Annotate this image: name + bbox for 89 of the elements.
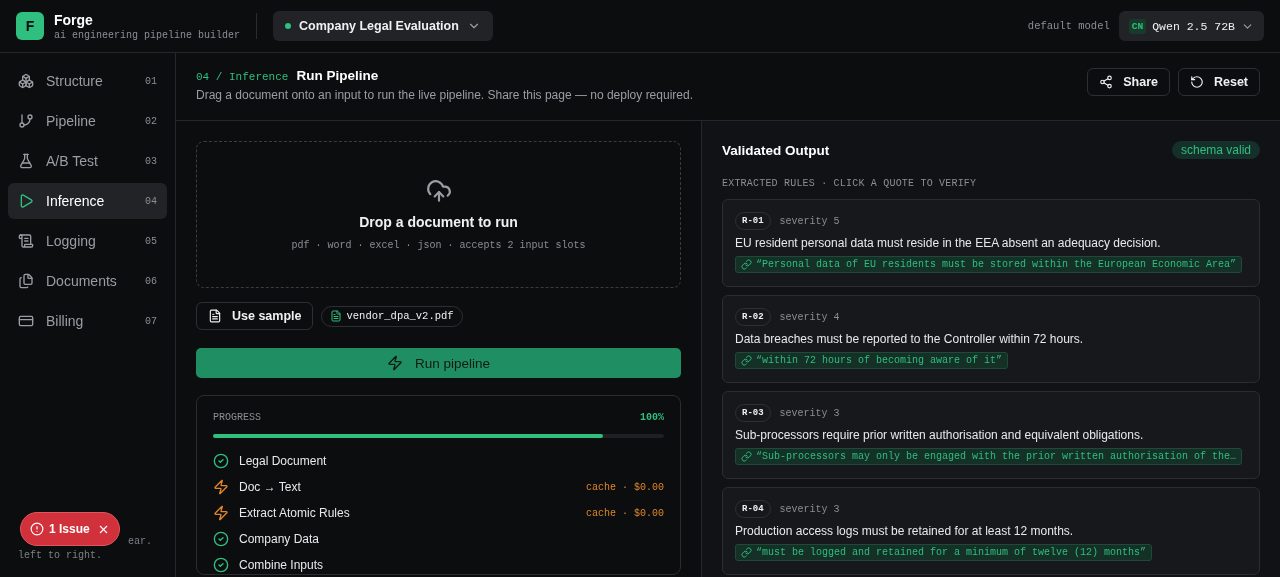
rule-text: EU resident personal data must reside in the EEA absent an adequacy decision.	[735, 236, 1162, 250]
model-label: default model	[1027, 20, 1110, 32]
nav-number: 07	[145, 315, 157, 327]
link-icon	[741, 547, 752, 558]
schema-status: schema valid	[1171, 141, 1260, 159]
step-cost: cache · $0.00	[586, 507, 664, 519]
nav-item[interactable]: Pipeline 02	[8, 103, 167, 139]
drop-title: Drop a document to run	[359, 214, 518, 230]
nav-item[interactable]: A/B Test 03	[8, 143, 167, 179]
rule-severity: severity 3	[779, 503, 840, 515]
nav-item[interactable]: Structure 01	[8, 63, 167, 99]
nav-number: 06	[145, 275, 157, 287]
app-tagline: ai engineering pipeline builder	[54, 29, 241, 41]
link-icon	[741, 355, 752, 366]
model-selector[interactable]: CN Qwen 2.5 72B	[1118, 11, 1264, 41]
step-label: Extract Atomic Rules	[239, 506, 351, 520]
nav-number: 01	[145, 75, 157, 87]
lightning-icon	[386, 355, 403, 371]
upload-icon	[425, 178, 452, 204]
nav-label: Inference	[46, 193, 106, 209]
run-pipeline-button[interactable]: Run pipeline	[196, 348, 681, 378]
nav-icon	[18, 113, 34, 129]
drop-formats: pdf · word · excel · json · accepts 2 input slots	[291, 240, 586, 251]
nav-label: A/B Test	[46, 153, 99, 169]
document-icon	[330, 310, 343, 322]
alert-icon	[30, 522, 44, 536]
hint-text: left to right.	[18, 549, 103, 563]
document-icon	[208, 309, 222, 323]
page-title: Run Pipeline	[296, 68, 379, 83]
source-quote[interactable]: “Sub-processors may only be engaged with the prior written authorisation of the…	[735, 448, 1243, 465]
app-name: Forge	[54, 11, 94, 28]
status-dot-icon	[285, 23, 292, 29]
nav-icon	[18, 193, 34, 209]
step-cost: cache · $0.00	[586, 481, 664, 493]
section-label: EXTRACTED RULES · CLICK A QUOTE TO VERIFY	[722, 178, 978, 189]
step-label: Legal Document	[239, 454, 328, 468]
share-button[interactable]: Share	[1087, 68, 1170, 96]
nav-item[interactable]: Logging 05	[8, 223, 167, 259]
use-sample-button[interactable]: Use sample	[196, 302, 314, 330]
lightning-icon	[213, 479, 229, 495]
nav-number: 02	[145, 115, 157, 127]
nav-icon	[18, 73, 34, 89]
lightning-icon	[213, 505, 229, 521]
nav-item[interactable]: Documents 06	[8, 263, 167, 299]
progress-label: PROGRESS	[213, 412, 261, 423]
source-quote[interactable]: “within 72 hours of becoming aware of it”	[735, 352, 1009, 369]
nav-item[interactable]: Billing 07	[8, 303, 167, 339]
project-selector[interactable]: Company Legal Evaluation	[273, 11, 493, 41]
reset-button[interactable]: Reset	[1177, 68, 1260, 96]
progress-percent: 100%	[640, 412, 664, 423]
step-label: Doc → Text	[239, 480, 302, 494]
link-icon	[741, 259, 752, 270]
rule-text: Sub-processors require prior written authorisation and equivalent obligations.	[735, 428, 1145, 442]
check-circle-icon	[213, 557, 229, 573]
source-quote[interactable]: “must be logged and retained for a minimum of twelve (12) months”	[735, 544, 1153, 561]
nav-label: Documents	[46, 273, 118, 289]
nav-icon	[18, 153, 34, 169]
nav-number: 05	[145, 235, 157, 247]
nav-label: Structure	[46, 73, 104, 89]
nav-icon	[18, 313, 34, 329]
logo: F	[16, 12, 44, 40]
page-subtitle: Drag a document onto an input to run the live pipeline. Share this page — no deploy required.	[196, 88, 694, 102]
step-label: Company Data	[239, 532, 321, 546]
rule-severity: severity 3	[779, 407, 840, 419]
output-title: Validated Output	[722, 142, 830, 158]
nav-label: Logging	[46, 233, 97, 249]
breadcrumb: 04 / Inference	[196, 71, 289, 83]
nav-label: Pipeline	[46, 113, 97, 129]
rule-text: Data breaches must be reported to the Controller within 72 hours.	[735, 332, 1085, 346]
check-circle-icon	[213, 453, 229, 469]
link-icon	[741, 451, 752, 462]
rule-severity: severity 4	[779, 311, 840, 323]
nav-number: 03	[145, 155, 157, 167]
region-badge: CN	[1128, 18, 1147, 34]
nav-number: 04	[145, 195, 157, 207]
hint-text: ear.	[127, 535, 153, 549]
nav-label: Billing	[46, 313, 85, 329]
check-circle-icon	[213, 531, 229, 547]
rule-text: Production access logs must be retained for at least 12 months.	[735, 524, 1075, 538]
step-label: Combine Inputs	[239, 558, 325, 572]
drop-zone[interactable]: Drop a document to run pdf · word · excel · json · accepts 2 input slots	[196, 141, 681, 288]
nav-icon	[18, 273, 34, 289]
reset-icon	[1189, 75, 1204, 89]
rule-severity: severity 5	[779, 215, 840, 227]
issue-toast[interactable]: 1 Issue	[20, 512, 120, 546]
share-icon	[1099, 75, 1114, 89]
nav-icon	[18, 233, 34, 249]
nav-item[interactable]: Inference 04	[8, 183, 167, 219]
source-quote[interactable]: “Personal data of EU residents must be stored within the European Economic Area”	[735, 256, 1243, 273]
